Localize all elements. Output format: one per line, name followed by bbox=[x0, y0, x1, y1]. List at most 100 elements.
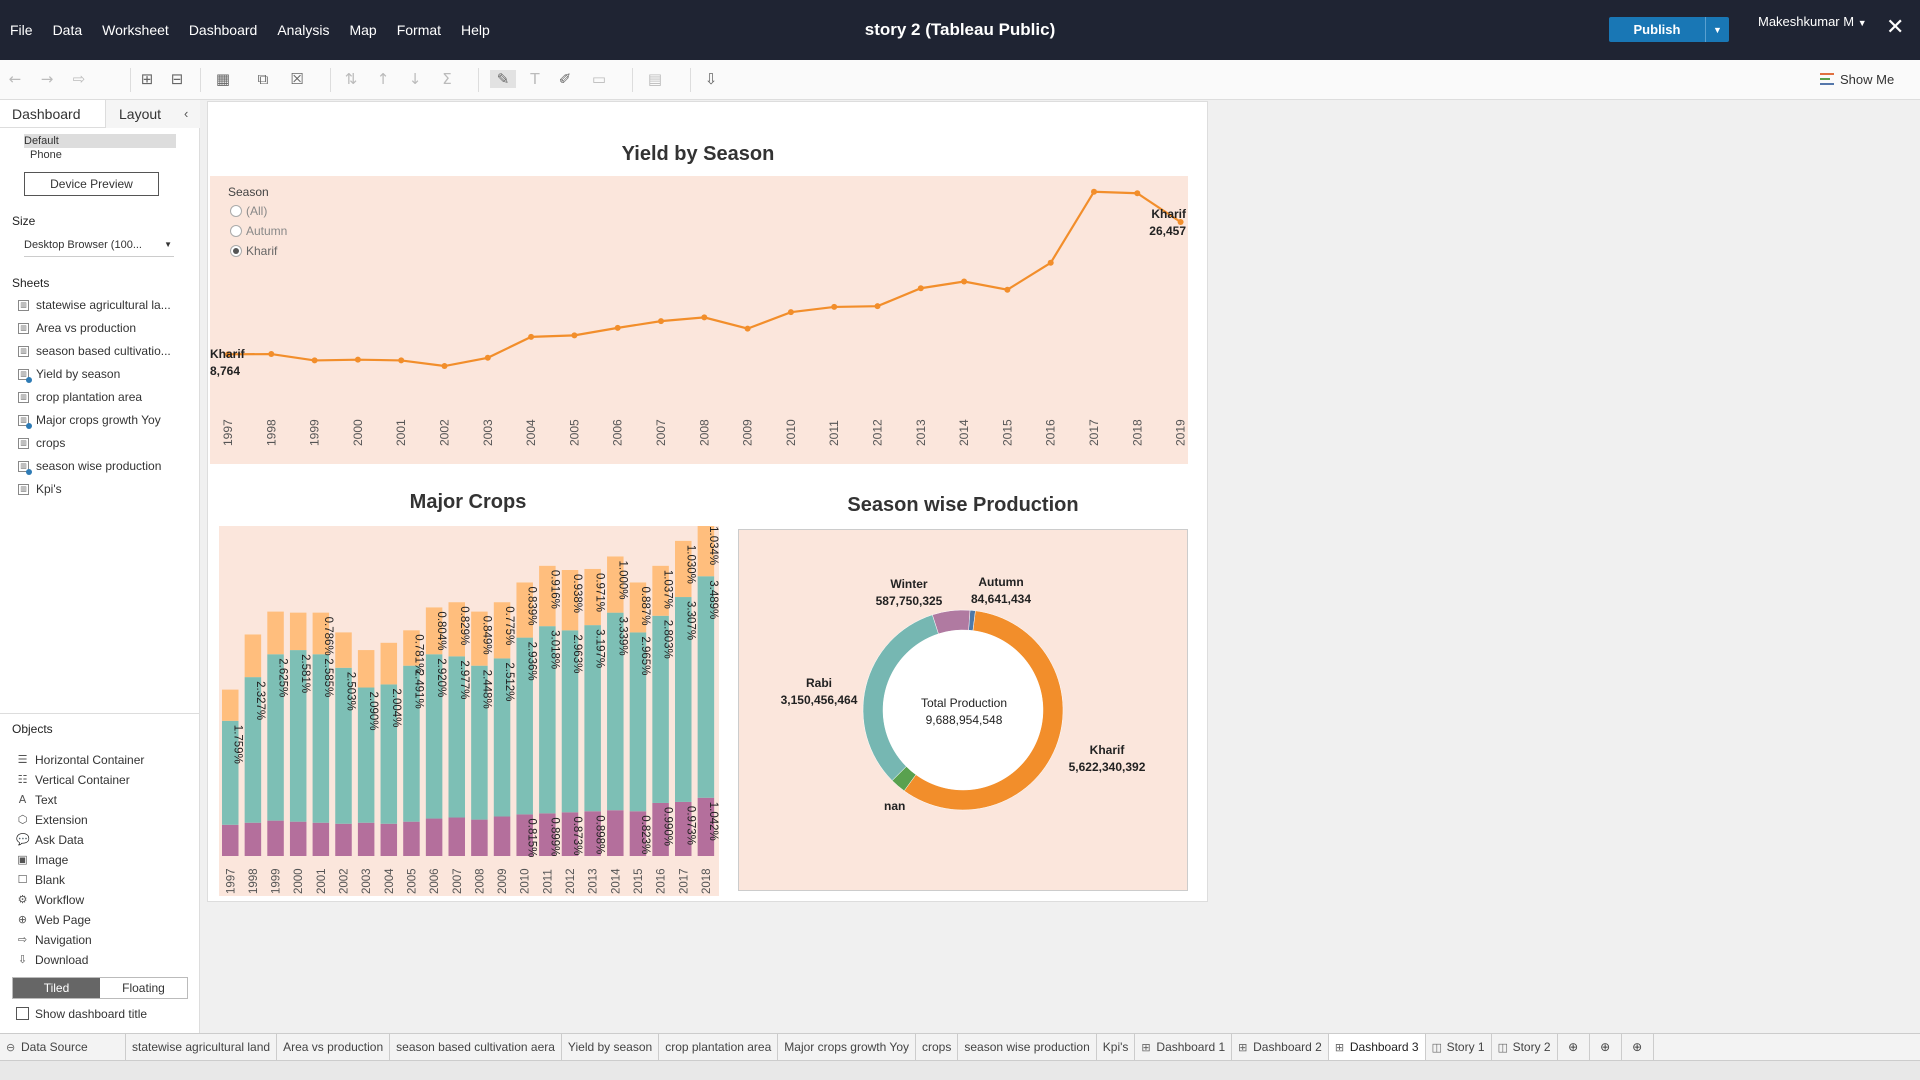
sheet-tab[interactable]: ⊞ Dashboard 1 bbox=[1135, 1034, 1233, 1060]
object-blank[interactable]: ☐ Blank bbox=[16, 870, 200, 890]
sheet-tab[interactable]: Major crops growth Yoy bbox=[778, 1034, 917, 1060]
replay-icon[interactable]: ⇨ bbox=[70, 70, 88, 88]
publish-label[interactable]: Publish bbox=[1609, 17, 1705, 42]
menu-map[interactable]: Map bbox=[349, 22, 376, 38]
object-horizontal-container[interactable]: ☰ Horizontal Container bbox=[16, 750, 200, 770]
undo-icon[interactable]: ← bbox=[6, 70, 24, 88]
sort-desc-icon[interactable]: ↓ bbox=[406, 70, 424, 88]
sheet-item[interactable]: ▥ Major crops growth Yoy bbox=[16, 409, 200, 432]
menu-dashboard[interactable]: Dashboard bbox=[189, 22, 258, 38]
labels-icon[interactable]: T bbox=[526, 70, 544, 88]
object-image[interactable]: ▣ Image bbox=[16, 850, 200, 870]
yield-point[interactable] bbox=[354, 356, 361, 363]
object-download[interactable]: ⇩ Download bbox=[16, 950, 200, 970]
crop-bar-segment[interactable] bbox=[289, 821, 307, 856]
crop-bar-segment[interactable] bbox=[222, 824, 239, 856]
chevron-down-icon[interactable]: ▼ bbox=[1858, 18, 1867, 28]
yield-point[interactable] bbox=[571, 332, 578, 339]
object-extension[interactable]: ⬡ Extension bbox=[16, 810, 200, 830]
sheet-item[interactable]: ▥ Kpi's bbox=[16, 478, 200, 501]
device-preview-button[interactable]: Device Preview bbox=[24, 172, 159, 196]
size-dropdown[interactable]: Desktop Browser (100... ▼ bbox=[24, 239, 174, 257]
sheet-tab[interactable]: ⊞ Dashboard 3 bbox=[1328, 1034, 1426, 1061]
sheet-tab[interactable]: ⊞ Dashboard 2 bbox=[1232, 1034, 1329, 1060]
sheet-tab[interactable]: ◫ Story 1 bbox=[1426, 1034, 1492, 1060]
yield-point[interactable] bbox=[398, 357, 405, 364]
fit-icon[interactable]: ▭ bbox=[590, 70, 608, 88]
sheet-tab[interactable]: season based cultivation aera bbox=[390, 1034, 562, 1060]
crop-bar-segment[interactable] bbox=[357, 822, 375, 856]
season-option-all[interactable]: (All) bbox=[228, 201, 287, 221]
yield-point[interactable] bbox=[268, 351, 275, 358]
yield-point[interactable] bbox=[874, 303, 881, 310]
yield-point[interactable] bbox=[787, 309, 794, 316]
yield-point[interactable] bbox=[701, 314, 708, 321]
crop-bar-segment[interactable] bbox=[267, 611, 284, 655]
sheet-tab[interactable]: ◫ Story 2 bbox=[1492, 1034, 1558, 1060]
sheet-tab[interactable]: Yield by season bbox=[562, 1034, 660, 1060]
crop-bar-segment[interactable] bbox=[380, 823, 398, 856]
crop-bar-segment[interactable] bbox=[380, 642, 398, 685]
crop-bar-segment[interactable] bbox=[267, 820, 284, 856]
crop-bar-segment[interactable] bbox=[244, 822, 262, 856]
publish-dropdown-icon[interactable]: ▼ bbox=[1705, 17, 1729, 42]
sheet-item[interactable]: ▥ crops bbox=[16, 432, 200, 455]
crop-bar-segment[interactable] bbox=[335, 823, 352, 856]
menu-worksheet[interactable]: Worksheet bbox=[102, 22, 169, 38]
sheet-item[interactable]: ▥ statewise agricultural la... bbox=[16, 294, 200, 317]
user-name[interactable]: Makeshkumar M bbox=[1758, 14, 1854, 29]
new-story-icon[interactable]: ⊕ bbox=[1622, 1034, 1654, 1060]
crop-bar-segment[interactable] bbox=[244, 634, 262, 678]
object-navigation[interactable]: ⇨ Navigation bbox=[16, 930, 200, 950]
size-value[interactable]: Desktop Browser (100... bbox=[24, 239, 142, 251]
sheet-tab[interactable]: ⊖ Data Source bbox=[0, 1034, 126, 1060]
radio-selected-icon[interactable] bbox=[230, 245, 242, 257]
new-dashboard-icon[interactable]: ⊕ bbox=[1590, 1034, 1622, 1060]
device-phone[interactable]: Phone bbox=[24, 148, 176, 162]
yield-point[interactable] bbox=[961, 278, 968, 285]
show-title-checkbox[interactable] bbox=[16, 1007, 29, 1020]
collapse-icon[interactable]: ‹ bbox=[184, 106, 188, 121]
sheet-item[interactable]: ▥ crop plantation area bbox=[16, 386, 200, 409]
yield-point[interactable] bbox=[528, 333, 535, 340]
redo-icon[interactable]: → bbox=[38, 70, 56, 88]
yield-point[interactable] bbox=[614, 324, 621, 331]
yield-point[interactable] bbox=[1091, 188, 1097, 195]
menu-analysis[interactable]: Analysis bbox=[277, 22, 329, 38]
pause-updates-icon[interactable]: ⊟ bbox=[168, 70, 186, 88]
sheet-tab[interactable]: statewise agricultural land bbox=[126, 1034, 278, 1060]
yield-point[interactable] bbox=[744, 325, 751, 332]
crop-bar-segment[interactable] bbox=[403, 821, 420, 856]
yield-point[interactable] bbox=[1047, 259, 1054, 266]
tab-dashboard[interactable]: Dashboard bbox=[12, 106, 81, 122]
show-me-icon[interactable] bbox=[1820, 73, 1834, 85]
crop-bar-segment[interactable] bbox=[357, 650, 375, 688]
sheet-tab[interactable]: Area vs production bbox=[277, 1034, 391, 1060]
sheet-item[interactable]: ▥ season based cultivatio... bbox=[16, 340, 200, 363]
yield-point[interactable] bbox=[658, 318, 664, 325]
crop-bar-segment[interactable] bbox=[312, 822, 330, 856]
radio-icon[interactable] bbox=[230, 205, 242, 217]
publish-button[interactable]: Publish ▼ bbox=[1609, 17, 1729, 42]
totals-icon[interactable]: Σ bbox=[438, 70, 456, 88]
show-me-button[interactable]: Show Me bbox=[1820, 72, 1894, 87]
crop-bar-segment[interactable] bbox=[448, 817, 466, 856]
new-worksheet-icon[interactable]: ▦ bbox=[214, 70, 232, 88]
crop-bar-segment[interactable] bbox=[607, 810, 624, 856]
sheet-item[interactable]: ▥ Yield by season bbox=[16, 363, 200, 386]
floating-button[interactable]: Floating bbox=[100, 978, 187, 998]
chevron-down-icon[interactable]: ▼ bbox=[164, 240, 172, 249]
show-title-option[interactable]: Show dashboard title bbox=[16, 1007, 147, 1021]
user-menu[interactable]: Makeshkumar M ▼ bbox=[1758, 14, 1867, 31]
new-datasource-icon[interactable]: ⊞ bbox=[138, 70, 156, 88]
tiled-button[interactable]: Tiled bbox=[13, 978, 100, 998]
sheet-tab[interactable]: season wise production bbox=[958, 1034, 1097, 1060]
sort-asc-icon[interactable]: ↑ bbox=[374, 70, 392, 88]
menu-format[interactable]: Format bbox=[397, 22, 441, 38]
yield-point[interactable] bbox=[484, 354, 491, 361]
crop-bar-segment[interactable] bbox=[335, 632, 352, 668]
annotate-icon[interactable]: ✐ bbox=[556, 70, 574, 88]
object-vertical-container[interactable]: ☷ Vertical Container bbox=[16, 770, 200, 790]
duplicate-icon[interactable]: ⧉ bbox=[254, 70, 272, 88]
object-text[interactable]: A Text bbox=[16, 790, 200, 810]
